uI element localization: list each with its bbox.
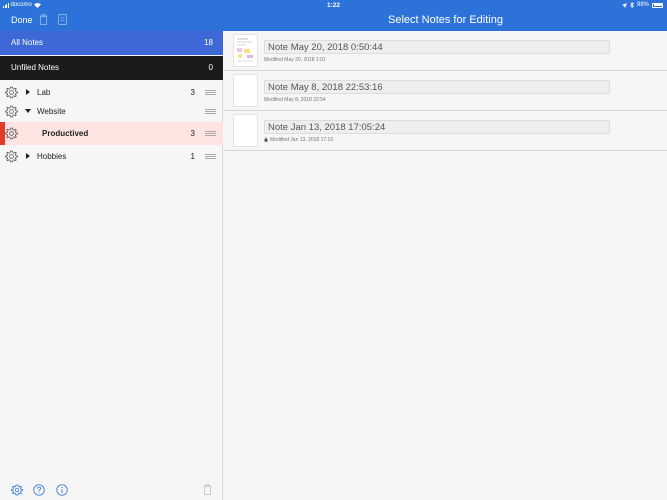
note-count: 0 — [208, 63, 213, 72]
sidebar-item-label: Hobbies — [37, 152, 67, 161]
reorder-handle-icon[interactable] — [205, 90, 216, 95]
note-count: 3 — [190, 88, 195, 97]
help-icon[interactable] — [33, 484, 45, 496]
settings-gear-icon[interactable] — [11, 484, 23, 496]
note-count: 1 — [190, 152, 195, 161]
page-title: Select Notes for Editing — [388, 14, 503, 26]
sidebar-item-label: All Notes — [11, 38, 44, 47]
info-icon[interactable] — [56, 484, 68, 496]
note-thumbnail[interactable] — [233, 34, 258, 67]
sidebar-item-all-notes[interactable]: All Notes 18 — [0, 31, 223, 55]
note-title[interactable]: Note Jan 13, 2018 17:05:24 — [264, 120, 610, 134]
move-to-folder-icon[interactable] — [58, 14, 67, 25]
done-button[interactable]: Done — [11, 15, 33, 25]
note-preview-sketch — [237, 38, 253, 62]
expand-arrow-icon[interactable] — [26, 153, 30, 159]
note-count: 18 — [204, 38, 213, 47]
list-item[interactable]: Note May 8, 2018 22:53:16 Modified May 8… — [224, 71, 667, 111]
status-time: 1:22 — [326, 1, 340, 9]
sidebar-item-productived[interactable]: Productived 3 — [0, 122, 223, 145]
location-icon — [621, 2, 627, 8]
note-title[interactable]: Note May 8, 2018 22:53:16 — [264, 80, 610, 94]
gear-icon[interactable] — [5, 105, 18, 118]
sidebar-toolbar — [0, 480, 223, 500]
gear-icon[interactable] — [5, 127, 18, 140]
note-modified-date: Modified Jan 13, 2018 17:10 — [270, 137, 334, 143]
sidebar-item-label: Website — [37, 107, 66, 116]
sidebar-item-label: Productived — [42, 129, 89, 138]
note-thumbnail[interactable] — [233, 74, 258, 107]
trash-icon[interactable] — [203, 484, 212, 495]
reorder-handle-icon[interactable] — [205, 154, 216, 159]
sidebar-item-label: Lab — [37, 88, 51, 97]
trash-icon[interactable] — [39, 14, 48, 25]
gear-icon[interactable] — [5, 86, 18, 99]
list-item[interactable]: Note May 20, 2018 0:50:44 Modified May 2… — [224, 31, 667, 71]
collapse-arrow-icon[interactable] — [25, 109, 31, 113]
reorder-handle-icon[interactable] — [205, 131, 216, 136]
navigation-bar: Done Select Notes for Editing — [0, 10, 667, 31]
status-bar: docomo 1:22 98% — [0, 0, 667, 10]
sidebar-item-website[interactable]: Website — [0, 100, 223, 123]
battery-icon — [652, 2, 663, 8]
gear-icon[interactable] — [5, 150, 18, 163]
note-title[interactable]: Note May 20, 2018 0:50:44 — [264, 40, 610, 54]
list-item[interactable]: Note Jan 13, 2018 17:05:24 Modified Jan … — [224, 111, 667, 151]
reorder-handle-icon[interactable] — [205, 109, 216, 114]
sidebar-item-unfiled-notes[interactable]: Unfiled Notes 0 — [0, 56, 223, 80]
expand-arrow-icon[interactable] — [26, 89, 30, 95]
note-modified-date: Modified May 20, 2018 1:01 — [264, 57, 326, 63]
note-modified-date: Modified May 8, 2018 22:54 — [264, 97, 326, 103]
lock-icon — [264, 137, 268, 142]
bluetooth-icon — [630, 2, 634, 8]
sidebar-item-hobbies[interactable]: Hobbies 1 — [0, 145, 223, 168]
note-count: 3 — [190, 129, 195, 138]
sidebar-item-label: Unfiled Notes — [11, 63, 60, 72]
note-thumbnail[interactable] — [233, 114, 258, 147]
battery-percent: 98% — [636, 2, 649, 8]
sidebar: All Notes 18 Unfiled Notes 0 Lab 3 Websi… — [0, 31, 223, 500]
